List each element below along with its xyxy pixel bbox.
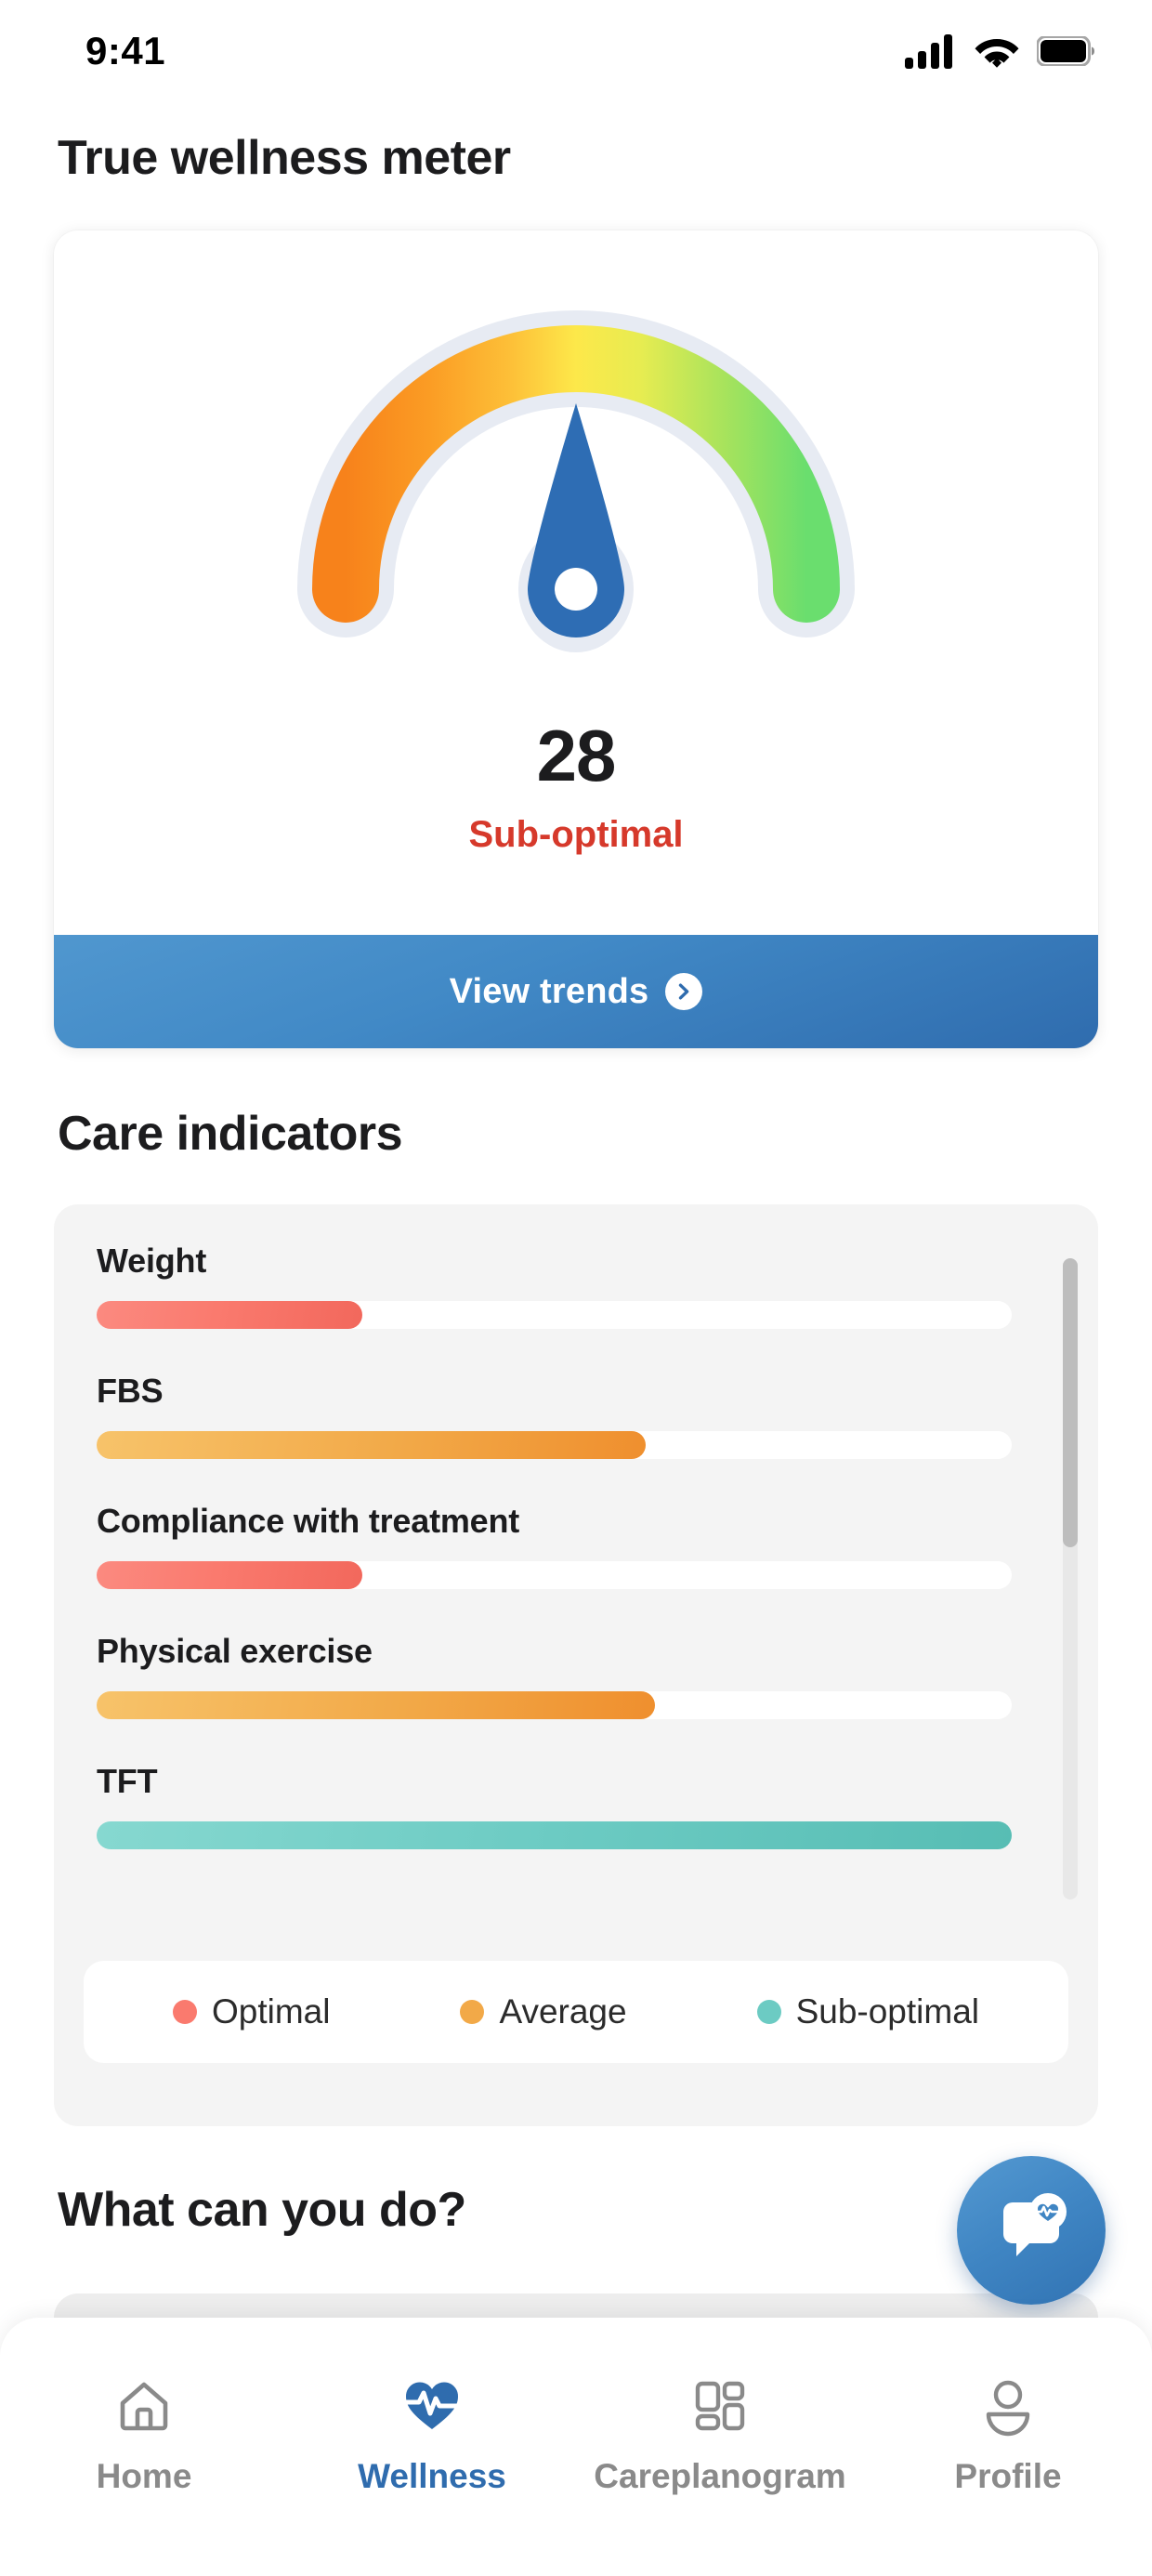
what-can-you-do-title: What can you do? bbox=[58, 2183, 466, 2237]
indicator-track bbox=[97, 1691, 1012, 1719]
nav-label: Careplanogram bbox=[594, 2457, 846, 2495]
list-item: Compliance with treatment bbox=[97, 1502, 1054, 1589]
care-indicators-card: Weight FBS Compliance with treatment Phy… bbox=[54, 1204, 1098, 2126]
list-item: FBS bbox=[97, 1372, 1054, 1459]
legend-item-suboptimal: Sub-optimal bbox=[756, 1992, 979, 2031]
legend-label: Optimal bbox=[211, 1992, 331, 2031]
view-trends-button[interactable]: View trends bbox=[54, 935, 1098, 1048]
indicator-label: Compliance with treatment bbox=[97, 1502, 520, 1540]
indicator-fill bbox=[97, 1431, 646, 1459]
care-indicators-title: Care indicators bbox=[58, 1107, 403, 1161]
indicator-track bbox=[97, 1821, 1012, 1849]
scrollbar-thumb[interactable] bbox=[1063, 1258, 1078, 1547]
nav-label: Wellness bbox=[358, 2457, 506, 2495]
nav-label: Profile bbox=[954, 2457, 1062, 2495]
legend-label: Average bbox=[499, 1992, 627, 2031]
battery-icon bbox=[1037, 36, 1094, 66]
indicator-fill bbox=[97, 1561, 362, 1589]
legend-item-optimal: Optimal bbox=[172, 1992, 331, 2031]
legend-dot-icon bbox=[756, 2000, 781, 2024]
gauge-arc-icon bbox=[297, 310, 855, 652]
wellness-score-value: 28 bbox=[536, 715, 617, 796]
app-screen: 9:41 True wellness meter 28 Sub-optimal … bbox=[0, 0, 1152, 2576]
care-indicators-legend: Optimal Average Sub-optimal bbox=[84, 1961, 1068, 2063]
legend-dot-icon bbox=[460, 2000, 485, 2024]
chat-health-icon bbox=[1003, 2193, 1067, 2256]
indicator-track bbox=[97, 1301, 1012, 1329]
indicator-label: FBS bbox=[97, 1372, 164, 1410]
list-item: TFT bbox=[97, 1762, 1054, 1849]
indicator-track bbox=[97, 1561, 1012, 1589]
nav-label: Home bbox=[96, 2457, 192, 2495]
nav-item-home[interactable]: Home bbox=[14, 2375, 274, 2496]
indicator-fill bbox=[97, 1301, 362, 1329]
wellness-score-label: Sub-optimal bbox=[468, 814, 684, 855]
wifi-icon bbox=[975, 39, 1019, 68]
indicator-label: Weight bbox=[97, 1242, 207, 1280]
indicator-label: TFT bbox=[97, 1762, 158, 1800]
legend-dot-icon bbox=[172, 2000, 197, 2024]
heart-pulse-icon bbox=[403, 2382, 461, 2429]
status-bar-icons bbox=[905, 33, 1094, 69]
nav-item-careplanogram[interactable]: Careplanogram bbox=[590, 2375, 850, 2496]
nav-item-wellness[interactable]: Wellness bbox=[302, 2375, 562, 2496]
bottom-navigation: Home Wellness Careplanogram Profile bbox=[0, 2318, 1152, 2576]
wellness-meter-card: 28 Sub-optimal View trends bbox=[54, 230, 1098, 1048]
view-trends-label: View trends bbox=[449, 971, 649, 1011]
grid-dashboard-icon bbox=[695, 2381, 745, 2431]
list-item: Weight bbox=[97, 1242, 1054, 1329]
nav-item-profile[interactable]: Profile bbox=[878, 2375, 1138, 2496]
home-icon bbox=[120, 2382, 168, 2431]
chat-health-fab-button[interactable] bbox=[957, 2156, 1106, 2305]
person-icon bbox=[986, 2380, 1030, 2437]
indicator-label: Physical exercise bbox=[97, 1632, 373, 1670]
indicator-track bbox=[97, 1431, 1012, 1459]
status-bar: 9:41 bbox=[0, 0, 1152, 102]
chevron-right-icon bbox=[665, 973, 703, 1010]
scrollbar[interactable] bbox=[1063, 1258, 1078, 1899]
indicator-fill bbox=[97, 1691, 655, 1719]
care-indicators-list[interactable]: Weight FBS Compliance with treatment Phy… bbox=[54, 1217, 1098, 1914]
list-item: Physical exercise bbox=[97, 1632, 1054, 1719]
legend-label: Sub-optimal bbox=[795, 1992, 979, 2031]
page-title: True wellness meter bbox=[58, 131, 511, 185]
wellness-gauge bbox=[54, 283, 1098, 673]
indicator-fill bbox=[97, 1821, 1012, 1849]
status-bar-time: 9:41 bbox=[85, 29, 166, 72]
legend-item-average: Average bbox=[460, 1992, 627, 2031]
cellular-signal-icon bbox=[905, 34, 952, 69]
